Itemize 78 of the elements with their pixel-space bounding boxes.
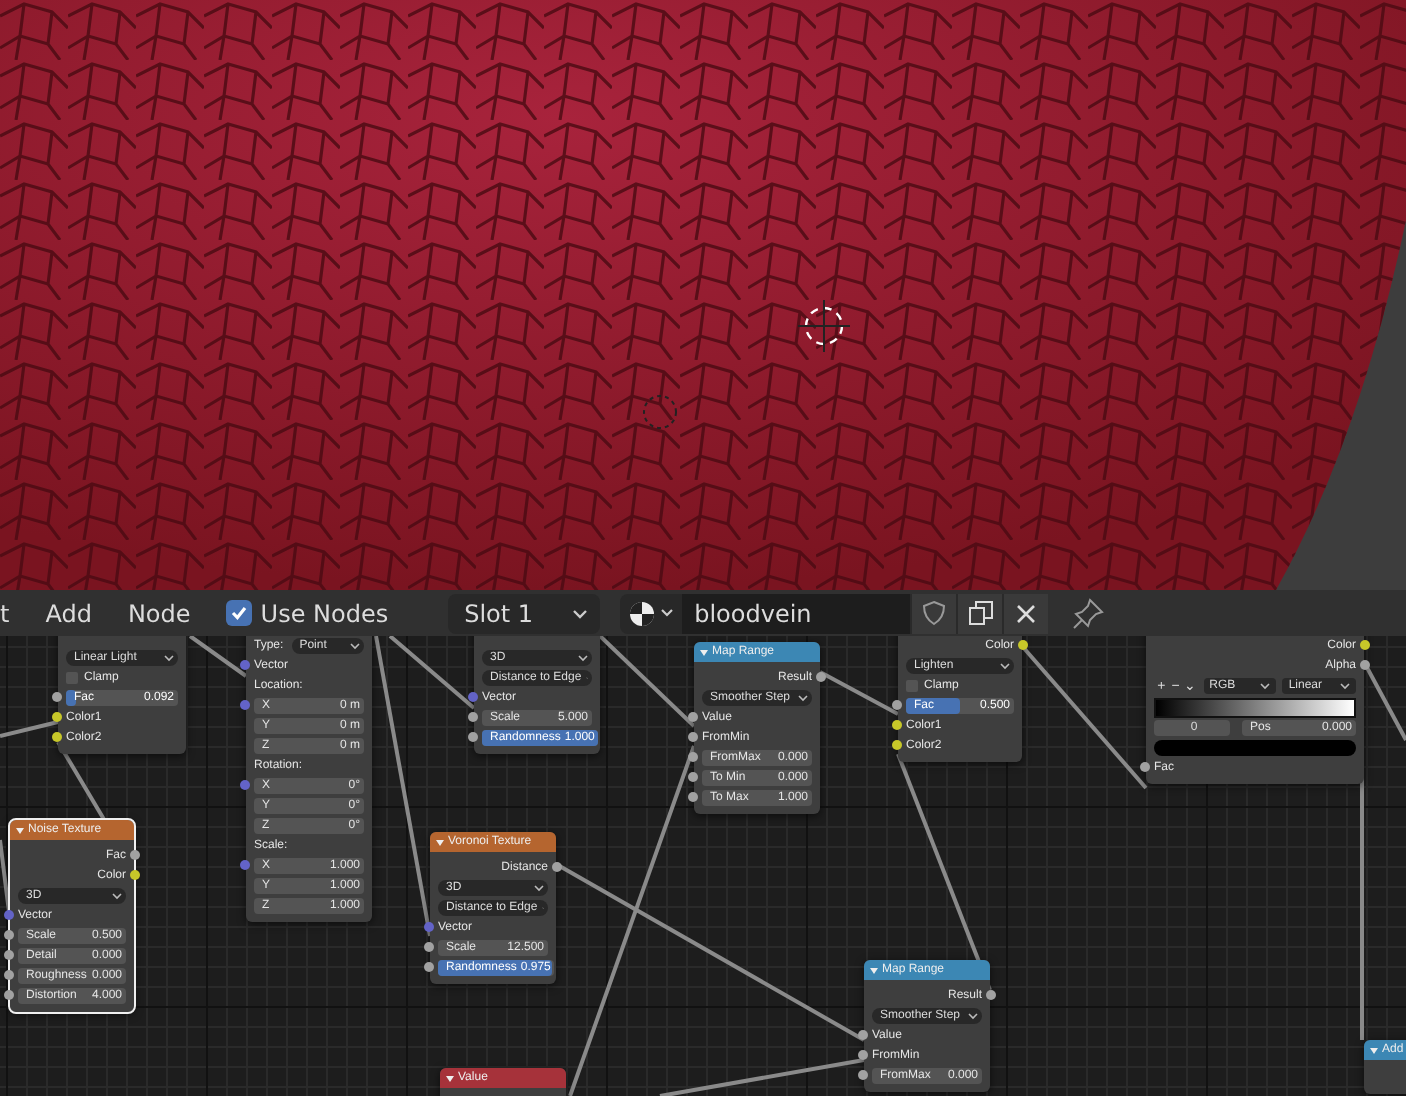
checkbox[interactable] <box>226 600 253 626</box>
socket-dot[interactable] <box>986 990 996 1000</box>
copy-icon <box>967 600 994 626</box>
socket-dot[interactable] <box>52 712 62 722</box>
socket-dot[interactable] <box>130 870 140 880</box>
collapse-caret-icon[interactable] <box>870 967 878 973</box>
socket-dot[interactable] <box>892 700 902 710</box>
color-swatch[interactable] <box>1154 739 1356 755</box>
menu-item[interactable]: t <box>0 599 10 627</box>
socket-dot[interactable] <box>468 732 478 742</box>
socket-dot[interactable] <box>4 910 14 920</box>
caret-icon <box>798 693 808 701</box>
material-name-field[interactable]: bloodvein <box>682 593 911 633</box>
caret-icon <box>660 608 675 618</box>
socket-dot[interactable] <box>1360 640 1370 650</box>
caret-icon <box>164 653 174 661</box>
socket-dot[interactable] <box>688 732 698 742</box>
socket-dot[interactable] <box>858 1030 868 1040</box>
checkmark-icon <box>230 604 249 622</box>
socket-dot[interactable] <box>424 962 434 972</box>
color-ramp[interactable] <box>1154 697 1356 717</box>
socket-dot[interactable] <box>130 850 140 860</box>
caret-icon <box>968 1011 978 1019</box>
menu-item[interactable]: Add <box>45 599 92 627</box>
socket-dot[interactable] <box>424 922 434 932</box>
socket-dot[interactable] <box>240 700 250 710</box>
socket-dot[interactable] <box>892 740 902 750</box>
node-link <box>188 636 248 678</box>
caret-icon <box>1340 682 1350 690</box>
menu-item[interactable]: Node <box>127 599 191 627</box>
socket-dot[interactable] <box>688 752 698 762</box>
caret-icon <box>350 641 360 649</box>
collapse-caret-icon[interactable] <box>446 1075 454 1081</box>
socket-dot[interactable] <box>52 692 62 702</box>
shield-icon <box>922 600 947 626</box>
socket-dot[interactable] <box>858 1070 868 1080</box>
node-link <box>598 636 696 728</box>
fake-user-button[interactable] <box>910 593 957 633</box>
socket-dot[interactable] <box>52 732 62 742</box>
pin-button[interactable] <box>1072 597 1105 629</box>
socket-dot[interactable] <box>892 720 902 730</box>
caret-icon <box>1000 661 1010 669</box>
socket-dot[interactable] <box>688 712 698 722</box>
collapse-caret-icon[interactable] <box>16 827 24 833</box>
unlink-button[interactable] <box>1002 593 1049 633</box>
socket-dot[interactable] <box>1360 660 1370 670</box>
socket-dot[interactable] <box>816 672 826 682</box>
socket-dot[interactable] <box>240 780 250 790</box>
socket-dot[interactable] <box>858 1050 868 1060</box>
node-link <box>819 670 899 716</box>
socket-dot[interactable] <box>424 942 434 952</box>
socket-dot[interactable] <box>1018 640 1028 650</box>
duplicate-button[interactable] <box>956 593 1003 633</box>
collapse-caret-icon[interactable] <box>1370 1047 1378 1053</box>
pin-icon <box>1072 597 1105 629</box>
socket-dot[interactable] <box>4 950 14 960</box>
socket-dot[interactable] <box>4 990 14 1000</box>
socket-dot[interactable] <box>468 692 478 702</box>
socket-dot[interactable] <box>688 792 698 802</box>
socket-dot[interactable] <box>240 660 250 670</box>
socket-dot[interactable] <box>1140 762 1150 772</box>
material-sphere-icon <box>628 599 657 627</box>
slot-dropdown[interactable]: Slot 1 <box>448 593 601 633</box>
caret-icon <box>112 891 122 899</box>
caret-icon <box>1260 682 1271 690</box>
collapse-caret-icon[interactable] <box>700 649 708 655</box>
socket-dot[interactable] <box>240 860 250 870</box>
checkbox-label: Use Nodes <box>260 599 389 627</box>
socket-dot[interactable] <box>468 712 478 722</box>
caret-icon <box>578 653 588 661</box>
socket-dot[interactable] <box>688 772 698 782</box>
caret-icon <box>534 883 544 891</box>
socket-dot[interactable] <box>552 862 562 872</box>
close-icon <box>1016 603 1037 623</box>
socket-dot[interactable] <box>4 930 14 940</box>
caret-icon <box>572 607 589 619</box>
collapse-caret-icon[interactable] <box>436 839 444 845</box>
socket-dot[interactable] <box>4 970 14 980</box>
